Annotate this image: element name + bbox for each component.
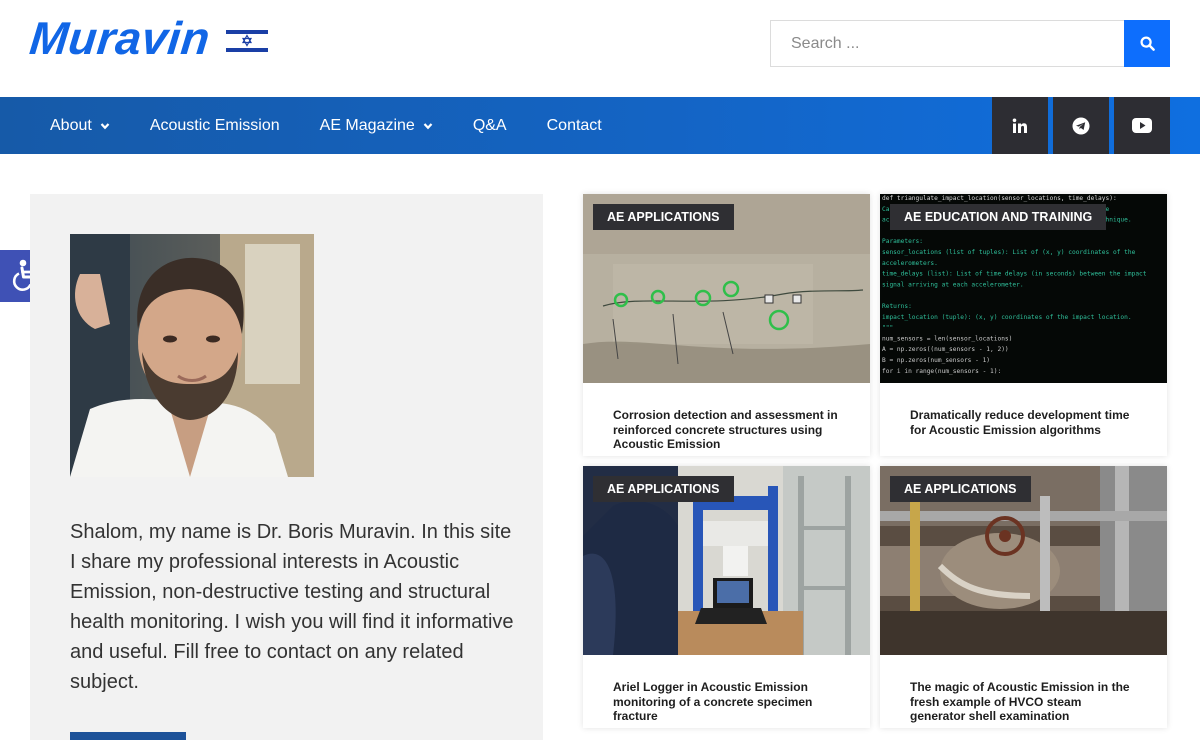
youtube-link[interactable] [1114, 97, 1170, 154]
category-tag[interactable]: AE Education and Training [890, 204, 1107, 230]
chevron-down-icon [423, 122, 433, 129]
telegram-link[interactable] [1053, 97, 1109, 154]
code-line: impact_location (tuple): (x, y) coordina… [882, 314, 1132, 321]
category-tag[interactable]: AE Applications [890, 476, 1031, 502]
code-line: B = np.zeros(num_sensors - 1) [882, 357, 990, 364]
code-line: A = np.zeros((num_sensors - 1, 2)) [882, 346, 1009, 353]
code-line: accelerometers. [882, 260, 938, 267]
author-intro-panel: Shalom, my name is Dr. Boris Muravin. In… [30, 194, 543, 740]
nav-item-qa[interactable]: Q&A [453, 97, 527, 154]
code-line: time_delays (list): List of time delays … [882, 271, 1147, 278]
nav-item-ae-magazine[interactable]: AE Magazine [300, 97, 453, 154]
nav-item-label: Contact [546, 116, 602, 134]
chevron-down-icon [100, 122, 110, 129]
code-line: for i in range(num_sensors - 1): [882, 368, 1001, 375]
intro-text: Shalom, my name is Dr. Boris Muravin. In… [70, 521, 514, 693]
post-card[interactable]: AE Applications The magic of Acoustic Em… [880, 466, 1167, 728]
category-tag[interactable]: AE Applications [593, 204, 734, 230]
search-form [770, 20, 1170, 67]
post-card[interactable]: def triangulate_impact_location(sensor_l… [880, 194, 1167, 456]
post-title[interactable]: Corrosion detection and assessment in re… [613, 408, 843, 452]
post-card[interactable]: AE Applications Corrosion detection and … [583, 194, 870, 456]
code-line: Returns: [882, 303, 912, 310]
code-line: """ [882, 325, 893, 332]
author-portrait [70, 234, 314, 477]
israel-flag-icon [225, 27, 268, 55]
nav-item-label: AE Magazine [319, 116, 415, 134]
code-line: num_sensors = len(sensor_locations) [882, 335, 1012, 342]
logo-text: Muravin [27, 12, 213, 64]
post-title[interactable]: Dramatically reduce development time for… [910, 408, 1140, 437]
site-logo[interactable]: Muravin [27, 12, 268, 64]
post-title[interactable]: The magic of Acoustic Emission in the fr… [910, 680, 1140, 724]
nav-item-label: About [50, 116, 92, 134]
nav-item-label: Acoustic Emission [149, 116, 280, 134]
search-input[interactable] [770, 20, 1124, 67]
code-line: sensor_locations (list of tuples): List … [882, 249, 1136, 256]
post-title[interactable]: Ariel Logger in Acoustic Emission monito… [613, 680, 843, 724]
nav-item-label: Q&A [472, 116, 507, 134]
search-icon [1139, 36, 1155, 51]
intro-button[interactable] [70, 732, 186, 740]
site-header: Muravin [0, 0, 1200, 97]
linkedin-icon [1012, 118, 1027, 133]
code-line: signal arriving at each accelerometer. [882, 281, 1024, 288]
nav-item-contact[interactable]: Contact [527, 97, 622, 154]
linkedin-link[interactable] [992, 97, 1048, 154]
nav-item-acoustic-emission[interactable]: Acoustic Emission [130, 97, 300, 154]
code-line: def triangulate_impact_location(sensor_l… [882, 195, 1117, 202]
telegram-icon [1072, 117, 1090, 134]
category-tag[interactable]: AE Applications [593, 476, 734, 502]
nav-item-about[interactable]: About [30, 97, 130, 154]
code-line: Parameters: [882, 238, 923, 245]
main-navigation: About Acoustic Emission AE Magazine Q&A … [0, 97, 1200, 154]
search-button[interactable] [1124, 20, 1170, 67]
youtube-icon [1132, 118, 1152, 133]
post-card[interactable]: AE Applications Ariel Logger in Acoustic… [583, 466, 870, 728]
